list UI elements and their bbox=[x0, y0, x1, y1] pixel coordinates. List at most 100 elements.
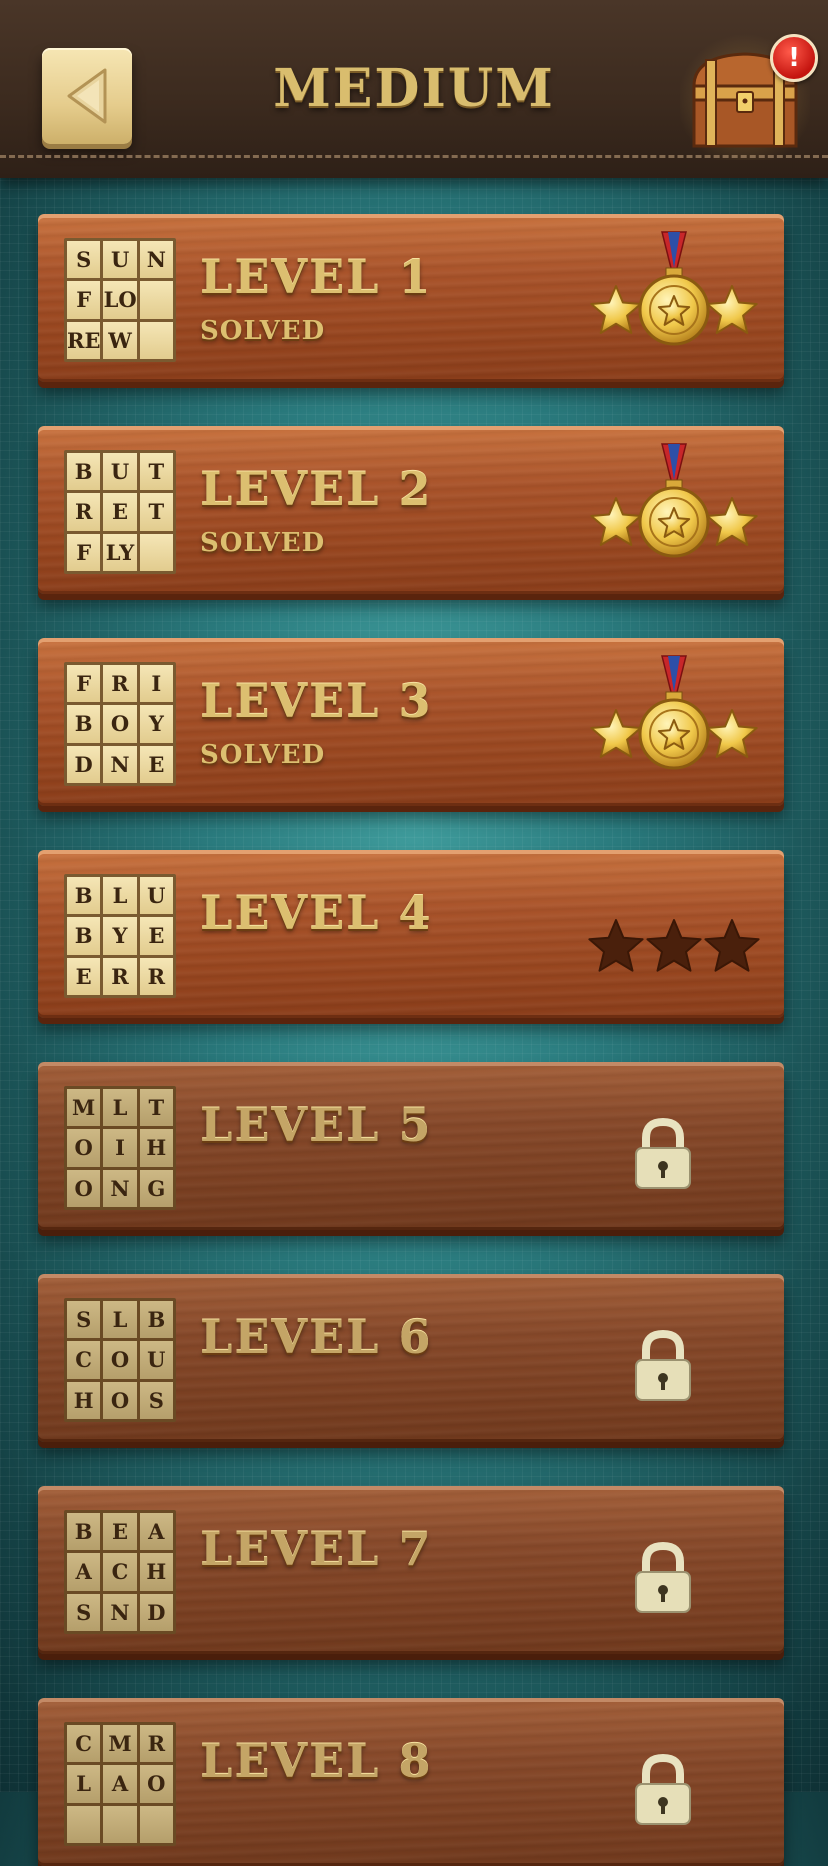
letter-tile: R bbox=[103, 957, 137, 995]
level-card[interactable]: S U N F LO RE W LEVEL 1 SOLVED bbox=[38, 214, 784, 382]
treasure-chest-button[interactable]: ! bbox=[680, 30, 818, 160]
letter-tile: M bbox=[103, 1725, 137, 1763]
letter-tile: O bbox=[103, 1381, 137, 1419]
letter-tile: U bbox=[103, 241, 137, 279]
letter-grid-thumbnail: BEAACHSND bbox=[64, 1510, 176, 1634]
letter-tile: O bbox=[103, 705, 137, 743]
letter-tile: A bbox=[103, 1765, 137, 1803]
letter-tile bbox=[139, 533, 173, 571]
level-reward bbox=[584, 228, 764, 368]
letter-tile: I bbox=[139, 665, 173, 703]
level-status: SOLVED bbox=[200, 528, 326, 558]
letter-tile: H bbox=[67, 1381, 101, 1419]
letter-grid-thumbnail: S U N F LO RE W bbox=[64, 238, 176, 362]
level-card: M L T O I H O N G LEVEL 5 bbox=[38, 1062, 784, 1230]
letter-tile bbox=[103, 1805, 137, 1843]
lock-indicator bbox=[628, 1114, 698, 1194]
letter-tile: U bbox=[139, 1341, 173, 1379]
letter-tile: B bbox=[67, 877, 101, 915]
letter-tile: E bbox=[103, 493, 137, 531]
star-icon bbox=[590, 497, 642, 546]
letter-tile bbox=[139, 1805, 173, 1843]
level-card: B E A A C H S N D LEVEL 7 bbox=[38, 1486, 784, 1654]
letter-tile: G bbox=[139, 1169, 173, 1207]
letter-tile: R bbox=[139, 1725, 173, 1763]
letter-tile: R bbox=[139, 957, 173, 995]
top-bar: MEDIUM ! bbox=[0, 0, 828, 178]
letter-tile: C bbox=[103, 1553, 137, 1591]
lock-icon bbox=[635, 1541, 691, 1613]
letter-tile: Y bbox=[139, 705, 173, 743]
letter-tile: S bbox=[139, 1381, 173, 1419]
star-icon bbox=[706, 497, 758, 546]
level-reward bbox=[584, 864, 764, 1004]
letter-tile: N bbox=[103, 1169, 137, 1207]
notification-badge: ! bbox=[770, 34, 818, 82]
star-icon bbox=[590, 709, 642, 758]
letter-tile: O bbox=[103, 1341, 137, 1379]
medal-icon bbox=[638, 655, 710, 770]
level-title: LEVEL 8 bbox=[200, 1734, 433, 1788]
level-title: LEVEL 5 bbox=[200, 1098, 433, 1152]
letter-tile: R bbox=[103, 665, 137, 703]
level-title: LEVEL 1 bbox=[200, 250, 433, 304]
letter-tile: O bbox=[139, 1765, 173, 1803]
letter-tile: LO bbox=[103, 281, 137, 319]
letter-tile: Y bbox=[103, 917, 137, 955]
medal-stars-rating bbox=[590, 655, 758, 770]
level-reward bbox=[584, 652, 764, 792]
letter-tile: RE bbox=[67, 321, 101, 359]
letter-tile: B bbox=[67, 1513, 101, 1551]
letter-tile: N bbox=[139, 241, 173, 279]
letter-grid-thumbnail: MLTOIHONG bbox=[64, 1086, 176, 1210]
letter-tile: R bbox=[67, 493, 101, 531]
level-card[interactable]: F R I B O Y D N E LEVEL 3 SOLVED bbox=[38, 638, 784, 806]
letter-tile bbox=[139, 321, 173, 359]
letter-tile: H bbox=[139, 1129, 173, 1167]
level-card: S L B C O U H O S LEVEL 6 bbox=[38, 1274, 784, 1442]
level-card: C M R L A O LEVEL 8 bbox=[38, 1698, 784, 1866]
lock-indicator bbox=[628, 1326, 698, 1406]
letter-tile: F bbox=[67, 533, 101, 571]
lock-indicator bbox=[628, 1538, 698, 1618]
letter-tile: L bbox=[103, 1089, 137, 1127]
level-card[interactable]: B L U B Y E E R R LEVEL 4 bbox=[38, 850, 784, 1018]
letter-grid-thumbnail: FRIBOYDNE bbox=[64, 662, 176, 786]
letter-tile: W bbox=[103, 321, 137, 359]
level-status: SOLVED bbox=[200, 740, 326, 770]
level-title: LEVEL 6 bbox=[200, 1310, 433, 1364]
letter-tile: L bbox=[103, 877, 137, 915]
letter-tile: D bbox=[67, 745, 101, 783]
letter-tile: C bbox=[67, 1341, 101, 1379]
level-reward bbox=[584, 440, 764, 580]
empty-stars-rating bbox=[588, 919, 760, 972]
medal-icon bbox=[638, 231, 710, 346]
letter-tile: H bbox=[139, 1553, 173, 1591]
letter-grid-thumbnail: BLUBYEERR bbox=[64, 874, 176, 998]
level-title: LEVEL 7 bbox=[200, 1522, 433, 1576]
star-icon bbox=[590, 285, 642, 334]
letter-tile: N bbox=[103, 1593, 137, 1631]
lock-icon bbox=[635, 1117, 691, 1189]
letter-tile: O bbox=[67, 1169, 101, 1207]
letter-tile: B bbox=[139, 1301, 173, 1339]
lock-icon bbox=[635, 1753, 691, 1825]
letter-tile: T bbox=[139, 453, 173, 491]
letter-tile: A bbox=[67, 1553, 101, 1591]
letter-tile: LY bbox=[103, 533, 137, 571]
letter-tile: E bbox=[67, 957, 101, 995]
star-empty-icon bbox=[588, 919, 644, 972]
letter-tile bbox=[139, 281, 173, 319]
letter-tile: T bbox=[139, 1089, 173, 1127]
letter-tile: D bbox=[139, 1593, 173, 1631]
letter-tile: E bbox=[139, 917, 173, 955]
letter-tile: N bbox=[103, 745, 137, 783]
letter-tile: S bbox=[67, 1593, 101, 1631]
letter-tile: S bbox=[67, 1301, 101, 1339]
medal-stars-rating bbox=[590, 231, 758, 346]
star-icon bbox=[706, 285, 758, 334]
letter-tile: L bbox=[67, 1765, 101, 1803]
level-card[interactable]: B U T R E T F LY LEVEL 2 SOLVED bbox=[38, 426, 784, 594]
letter-grid-thumbnail: SLBCOUHOS bbox=[64, 1298, 176, 1422]
letter-tile bbox=[67, 1805, 101, 1843]
